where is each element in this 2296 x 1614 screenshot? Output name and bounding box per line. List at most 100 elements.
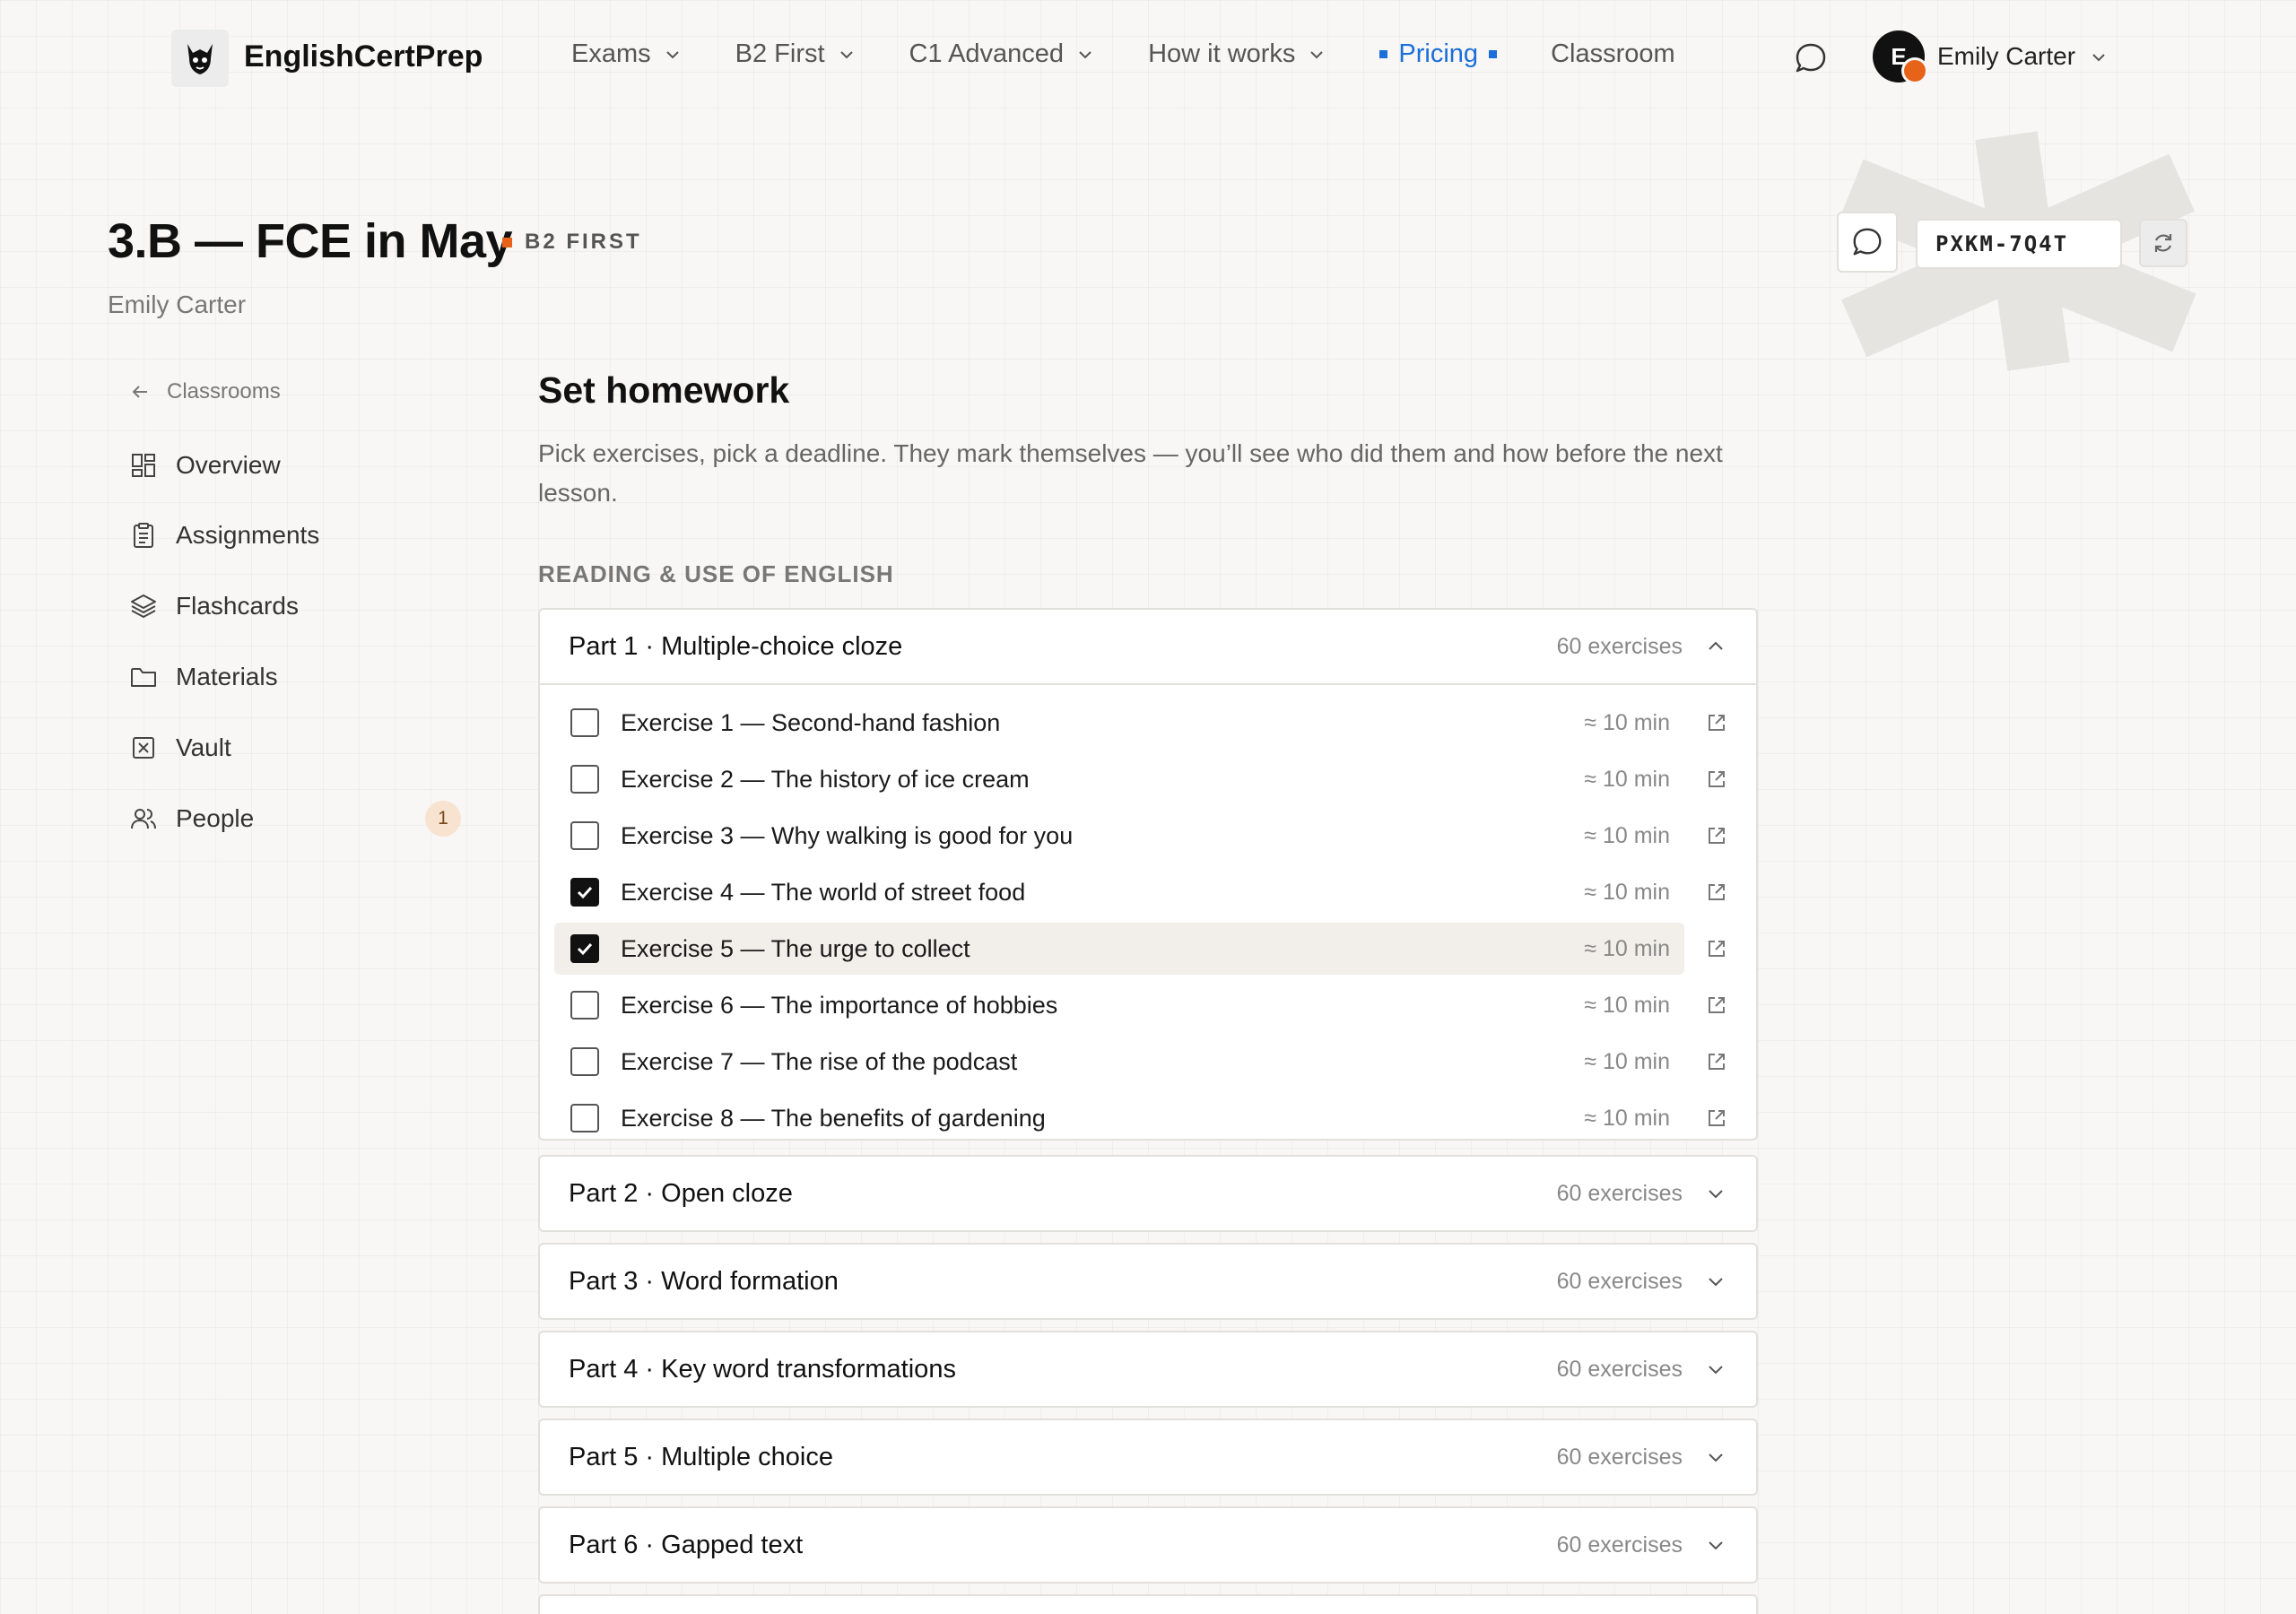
external-link-icon[interactable] [1704, 823, 1729, 848]
check-icon [577, 942, 593, 956]
nav-c1-advanced[interactable]: C1 Advanced [909, 39, 1095, 69]
part-accordion-partial [538, 1594, 1758, 1614]
exercise-checkbox[interactable] [570, 1104, 599, 1132]
sidebar-item-overview[interactable]: Overview [129, 444, 461, 487]
exercise-count: 60 exercises [1556, 1356, 1683, 1382]
exercise-duration: ≈ 10 min [1584, 1048, 1670, 1074]
part-title: Part 3 · Word formation [569, 1266, 839, 1296]
part-header[interactable]: Part 5 · Multiple choice 60 exercises [540, 1420, 1756, 1494]
brand-name[interactable]: EnglishCertPrep [244, 39, 483, 74]
part-accordion: Part 2 · Open cloze 60 exercises [538, 1155, 1758, 1232]
sidebar-item-label: Flashcards [176, 592, 299, 620]
chevron-down-icon [665, 50, 679, 58]
exercise-row[interactable]: Exercise 8 — The benefits of gardening ≈… [554, 1092, 1684, 1139]
exercise-checkbox[interactable] [570, 821, 599, 850]
part-header[interactable]: Part 2 · Open cloze 60 exercises [540, 1157, 1756, 1230]
exam-paper-label: READING & USE OF ENGLISH [538, 560, 894, 587]
avatar-status-badge [1901, 57, 1928, 84]
section-title: Set homework [538, 369, 790, 411]
chevron-down-icon [1709, 1366, 1723, 1375]
nav-label: C1 Advanced [909, 39, 1065, 68]
exercise-duration: ≈ 10 min [1584, 1105, 1670, 1131]
part-header[interactable]: Part 3 · Word formation 60 exercises [540, 1245, 1756, 1318]
chevron-down-icon[interactable] [2090, 48, 2108, 66]
exercise-title: Exercise 6 — The importance of hobbies [621, 991, 1058, 1019]
part-title: Part 1 · Multiple-choice cloze [569, 631, 903, 661]
exercise-row[interactable]: Exercise 4 — The world of street food ≈ … [554, 866, 1684, 918]
exercise-title: Exercise 5 — The urge to collect [621, 934, 970, 962]
sidebar-item-label: Overview [176, 451, 281, 479]
nav-how-it-works[interactable]: How it works [1148, 39, 1326, 69]
top-navigation-bar: EnglishCertPrep Exams B2 First C1 Advanc… [0, 0, 2296, 115]
exercise-duration: ≈ 10 min [1584, 766, 1670, 792]
chevron-down-icon [839, 50, 853, 58]
users-icon [131, 809, 156, 829]
exercise-checkbox-checked[interactable] [570, 934, 599, 963]
exercise-title: Exercise 1 — Second-hand fashion [621, 708, 1001, 736]
sidebar-item-label: People [176, 804, 255, 832]
part-title: Part 2 · Open cloze [569, 1178, 793, 1208]
sidebar-item-materials[interactable]: Materials [129, 655, 461, 699]
exercise-row[interactable]: Exercise 1 — Second-hand fashion ≈ 10 mi… [554, 697, 1684, 749]
user-name[interactable]: Emily Carter [1937, 42, 2075, 71]
chat-icon[interactable] [1793, 40, 1829, 76]
regenerate-code-button[interactable] [2139, 219, 2187, 267]
exercise-title: Exercise 3 — Why walking is good for you [621, 821, 1074, 849]
exercise-row[interactable]: Exercise 6 — The importance of hobbies ≈… [554, 979, 1684, 1031]
exercise-title: Exercise 7 — The rise of the podcast [621, 1047, 1018, 1075]
part-header[interactable]: Part 6 · Gapped text 60 exercises [540, 1508, 1756, 1582]
exercise-row[interactable]: Exercise 2 — The history of ice cream ≈ … [554, 753, 1684, 805]
exercise-checkbox[interactable] [570, 765, 599, 794]
exercise-checkbox[interactable] [570, 991, 599, 1020]
exercise-count: 60 exercises [1556, 1268, 1683, 1294]
external-link-icon[interactable] [1704, 993, 1729, 1018]
join-code[interactable]: PXKM-7Q4T [1916, 219, 2122, 269]
exercise-duration: ≈ 10 min [1584, 822, 1670, 848]
external-link-icon[interactable] [1704, 710, 1729, 735]
sidebar-item-vault[interactable]: Vault [129, 726, 461, 769]
sidebar-item-label: Vault [176, 733, 231, 761]
external-link-icon[interactable] [1704, 1106, 1729, 1131]
exercise-checkbox[interactable] [570, 708, 599, 737]
part-header[interactable]: Part 4 · Key word transformations 60 exe… [540, 1332, 1756, 1406]
chevron-down-icon [1709, 1278, 1723, 1287]
external-link-icon[interactable] [1704, 767, 1729, 792]
exercise-checkbox-checked[interactable] [570, 878, 599, 907]
exercise-row[interactable]: Exercise 3 — Why walking is good for you… [554, 810, 1684, 862]
sidebar-item-people[interactable]: People 1 [129, 797, 461, 840]
nav-classroom[interactable]: Classroom [1551, 39, 1675, 69]
box-x-icon [133, 737, 154, 759]
external-link-icon[interactable] [1704, 880, 1729, 905]
nav-exams[interactable]: Exams [571, 39, 682, 69]
part-title: Part 6 · Gapped text [569, 1530, 804, 1559]
back-to-classrooms-link[interactable]: Classrooms [129, 379, 281, 404]
page-title: 3.B — FCE in May [108, 214, 513, 268]
sidebar-item-flashcards[interactable]: Flashcards [129, 585, 461, 628]
level-badge: B2 FIRST [502, 230, 642, 255]
chevron-up-icon [1709, 641, 1723, 650]
chevron-down-icon [1079, 50, 1091, 58]
active-marker-left [1379, 50, 1388, 58]
nav-b2-first[interactable]: B2 First [735, 39, 856, 69]
nav-pricing[interactable]: Pricing [1379, 39, 1498, 69]
section-description: Pick exercises, pick a deadline. They ma… [538, 439, 1723, 507]
exercise-row[interactable]: Exercise 7 — The rise of the podcast ≈ 1… [554, 1036, 1684, 1088]
sidebar-item-assignments[interactable]: Assignments [129, 514, 461, 557]
back-label: Classrooms [167, 379, 281, 404]
chevron-down-icon [1709, 1541, 1723, 1550]
external-link-icon[interactable] [1704, 1049, 1729, 1074]
exercise-row[interactable]: Exercise 5 — The urge to collect ≈ 10 mi… [554, 923, 1684, 975]
external-link-icon[interactable] [1704, 936, 1729, 961]
teacher-name: Emily Carter [108, 291, 247, 318]
nav-label: Pricing [1398, 39, 1479, 68]
nav-label: Classroom [1551, 39, 1675, 68]
exercise-checkbox[interactable] [570, 1047, 599, 1076]
level-dot [502, 237, 512, 247]
sidebar-item-label: Materials [176, 663, 278, 690]
check-icon [577, 886, 593, 899]
clipboard-icon [134, 523, 153, 548]
class-chat-button[interactable] [1837, 212, 1898, 273]
logo-icon[interactable] [171, 30, 229, 87]
part-header[interactable]: Part 1 · Multiple-choice cloze 60 exerci… [540, 610, 1756, 683]
chevron-down-icon [1310, 50, 1324, 58]
